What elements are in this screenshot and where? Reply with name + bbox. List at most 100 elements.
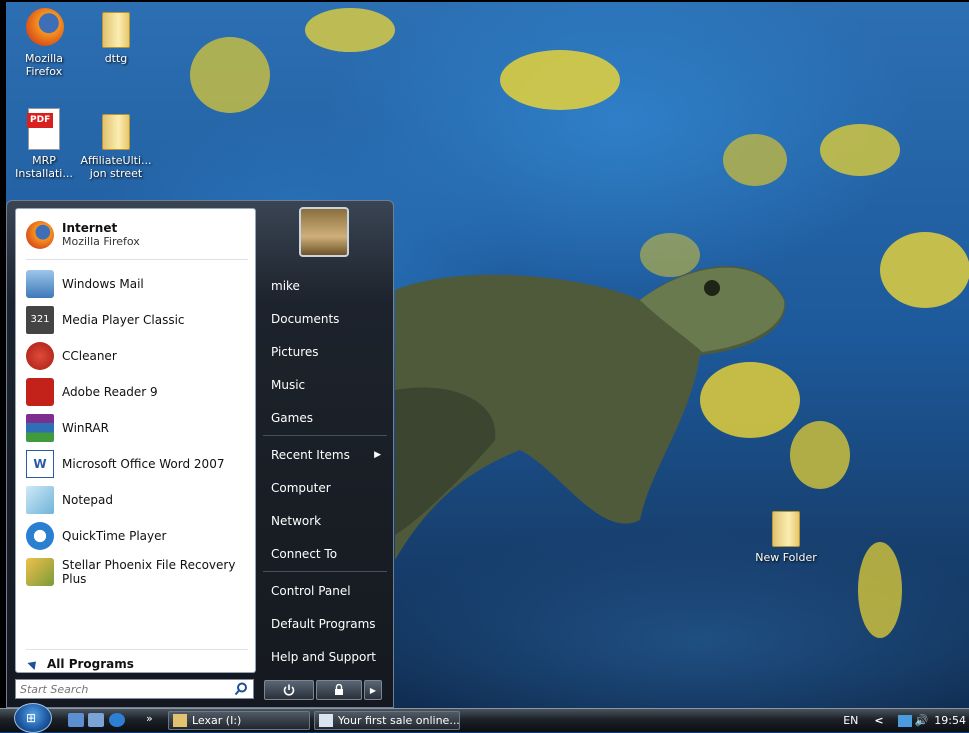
firefox-icon	[26, 221, 54, 249]
program-item-label: Adobe Reader 9	[62, 385, 158, 399]
ccleaner-icon	[26, 342, 54, 370]
show-hidden-icons-button[interactable]: <	[874, 714, 883, 727]
power-controls: ▶	[264, 680, 382, 700]
desktop-icon-label: New Folder	[755, 551, 817, 564]
program-item-notepad[interactable]: Notepad	[26, 482, 248, 518]
desktop-icon-mozilla-firefox[interactable]: Mozilla Firefox	[6, 6, 82, 78]
place-item-label: mike	[271, 278, 300, 293]
place-item-connect-to[interactable]: Connect To	[263, 537, 387, 570]
winrar-icon	[26, 414, 54, 442]
program-item-label: Microsoft Office Word 2007	[62, 457, 225, 471]
place-item-computer[interactable]: Computer	[263, 471, 387, 504]
place-item-help-and-support[interactable]: Help and Support	[263, 640, 387, 673]
power-icon	[283, 684, 295, 696]
place-item-label: Connect To	[271, 546, 338, 561]
program-item-adobe-reader[interactable]: Adobe Reader 9	[26, 374, 248, 410]
place-item-label: Default Programs	[271, 616, 376, 631]
program-item-media-player-classic[interactable]: 321 Media Player Classic	[26, 302, 248, 338]
taskbar: ⊞ » Lexar (I:) Your first sale online...…	[0, 703, 969, 733]
place-item-label: Help and Support	[271, 649, 376, 664]
start-menu-places-pane: mike Documents Pictures Music Games Rece…	[263, 269, 387, 673]
place-item-label: Recent Items	[271, 447, 350, 462]
desktop-icon-affiliate-ulti[interactable]: AffiliateUlti... jon street	[78, 108, 154, 180]
start-search-box[interactable]	[15, 679, 254, 699]
power-button[interactable]	[264, 680, 314, 700]
system-tray: EN < 🔊 19:54	[843, 709, 969, 732]
place-item-games[interactable]: Games	[263, 401, 387, 434]
start-menu: Internet Mozilla Firefox Windows Mail 32…	[6, 200, 394, 708]
desktop-icon-label: jon street	[89, 167, 143, 180]
desktop-icon-dttg[interactable]: dttg	[78, 6, 154, 65]
recovery-icon	[26, 558, 54, 586]
place-item-mike[interactable]: mike	[263, 269, 387, 302]
desktop-icon-label: AffiliateUlti...	[80, 154, 152, 167]
place-item-label: Computer	[271, 480, 331, 495]
adobe-reader-icon	[26, 378, 54, 406]
media-player-icon: 321	[26, 306, 54, 334]
quicktime-icon	[26, 522, 54, 550]
place-item-label: Documents	[271, 311, 340, 326]
adobe-pdf-icon: PDF	[22, 108, 66, 152]
program-item-label: Notepad	[62, 493, 113, 507]
network-icon[interactable]	[897, 714, 912, 727]
task-button-first-sale[interactable]: Your first sale online...	[314, 711, 460, 730]
desktop-icon-label: Installati...	[15, 167, 73, 180]
place-item-control-panel[interactable]: Control Panel	[263, 574, 387, 607]
lock-button[interactable]	[316, 680, 362, 700]
program-item-label: CCleaner	[62, 349, 117, 363]
desktop-icon-label: Mozilla	[25, 52, 63, 65]
desktop-icon-new-folder[interactable]: New Folder	[748, 505, 824, 564]
desktop-icon-mrp-installation[interactable]: PDF MRP Installati...	[6, 108, 82, 180]
document-window-icon	[319, 714, 333, 727]
show-desktop-icon[interactable]	[68, 713, 84, 727]
pinned-item-internet[interactable]: Internet Mozilla Firefox	[26, 215, 248, 255]
divider	[26, 649, 248, 650]
drive-folder-icon	[173, 714, 187, 727]
switch-windows-icon[interactable]	[88, 713, 104, 727]
arrow-right-icon	[27, 657, 40, 671]
place-item-recent-items[interactable]: Recent Items ▶	[263, 438, 387, 471]
folder-document-icon	[94, 6, 138, 50]
internet-explorer-icon[interactable]	[109, 713, 125, 727]
desktop-icon-label: Firefox	[25, 65, 63, 78]
place-item-label: Music	[271, 377, 306, 392]
firefox-icon	[22, 6, 66, 50]
folder-icon	[94, 108, 138, 152]
start-menu-programs-pane: Internet Mozilla Firefox Windows Mail 32…	[15, 208, 256, 673]
task-button-lexar[interactable]: Lexar (I:)	[168, 711, 310, 730]
place-item-pictures[interactable]: Pictures	[263, 335, 387, 368]
place-item-label: Network	[271, 513, 322, 528]
place-item-documents[interactable]: Documents	[263, 302, 387, 335]
shutdown-options-button[interactable]: ▶	[364, 680, 382, 700]
pinned-item-subtitle: Mozilla Firefox	[62, 235, 140, 248]
start-button[interactable]: ⊞	[14, 703, 52, 733]
program-item-windows-mail[interactable]: Windows Mail	[26, 266, 248, 302]
mail-icon	[26, 270, 54, 298]
chevron-right-icon: ▶	[369, 685, 377, 695]
user-picture[interactable]	[299, 207, 349, 257]
place-item-music[interactable]: Music	[263, 368, 387, 401]
clock[interactable]: 19:54	[934, 714, 966, 727]
program-item-winrar[interactable]: WinRAR	[26, 410, 248, 446]
place-item-default-programs[interactable]: Default Programs	[263, 607, 387, 640]
lock-icon	[335, 684, 343, 695]
search-icon[interactable]	[234, 682, 248, 696]
folder-icon	[764, 505, 808, 549]
volume-icon[interactable]: 🔊	[915, 714, 929, 727]
quicklaunch-overflow-icon[interactable]: »	[146, 712, 153, 725]
program-item-word-2007[interactable]: W Microsoft Office Word 2007	[26, 446, 248, 482]
all-programs-button[interactable]: All Programs	[26, 654, 248, 674]
all-programs-label: All Programs	[47, 657, 134, 671]
task-label: Your first sale online...	[338, 714, 460, 727]
place-item-network[interactable]: Network	[263, 504, 387, 537]
program-item-ccleaner[interactable]: CCleaner	[26, 338, 248, 374]
program-item-quicktime[interactable]: QuickTime Player	[26, 518, 248, 554]
place-item-label: Control Panel	[271, 583, 351, 598]
task-label: Lexar (I:)	[192, 714, 242, 727]
program-item-stellar-phoenix[interactable]: Stellar Phoenix File Recovery Plus	[26, 554, 248, 590]
program-item-label: QuickTime Player	[62, 529, 167, 543]
start-search-input[interactable]	[20, 681, 225, 697]
program-item-label: Stellar Phoenix File Recovery Plus	[62, 558, 236, 586]
language-indicator[interactable]: EN	[843, 714, 858, 727]
notepad-icon	[26, 486, 54, 514]
